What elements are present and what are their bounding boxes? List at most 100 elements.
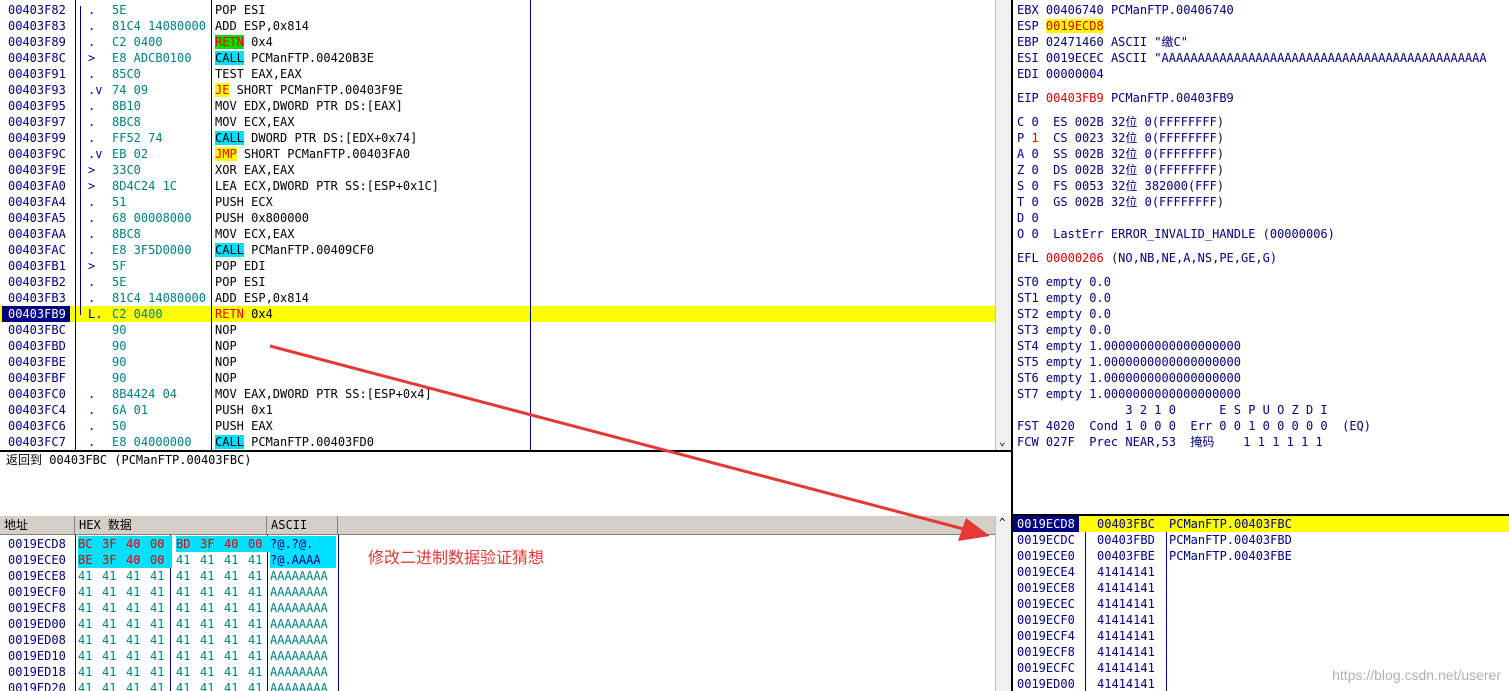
dump-byte[interactable]: 41 — [126, 584, 150, 600]
dump-byte[interactable]: 41 — [150, 584, 172, 600]
chevron-down-icon[interactable]: ⌄ — [999, 435, 1006, 448]
disasm-row[interactable]: 00403FA0 >8D4C24 1C LEA ECX,DWORD PTR SS:[… — [0, 178, 995, 194]
dump-byte[interactable]: BC — [78, 536, 102, 552]
dump-byte[interactable]: 41 — [224, 552, 248, 568]
dump-byte[interactable]: 41 — [248, 600, 272, 616]
dump-byte[interactable]: 40 — [126, 552, 150, 568]
register-value[interactable]: 00000004 — [1046, 67, 1104, 81]
disasm-row[interactable]: 00403FBE 90 NOP — [0, 354, 995, 370]
disasm-row[interactable]: 00403FA4. 51 PUSH ECX — [0, 194, 995, 210]
dump-byte[interactable]: 40 — [224, 536, 248, 552]
dump-byte[interactable]: 41 — [102, 648, 126, 664]
dump-row[interactable]: 0019ECE8 41 41 41 41 41 41 41 41 AAAAAAAA — [0, 568, 995, 584]
disasm-row[interactable]: 00403F82. 5E POP ESI — [0, 2, 995, 18]
dump-byte[interactable]: 41 — [200, 568, 224, 584]
disasm-row[interactable]: 00403FB2. 5E POP ESI — [0, 274, 995, 290]
disasm-row[interactable]: 00403F9E >33C0 XOR EAX,EAX — [0, 162, 995, 178]
dump-byte[interactable]: 41 — [224, 680, 248, 691]
dump-byte[interactable]: 41 — [200, 616, 224, 632]
stack-row[interactable]: 0019ECEC 41414141 — [1013, 596, 1509, 612]
dump-byte[interactable]: 41 — [224, 648, 248, 664]
dump-byte[interactable]: 00 — [150, 536, 172, 552]
dump-byte[interactable]: 3F — [102, 536, 126, 552]
dump-byte[interactable]: 41 — [126, 616, 150, 632]
dump-byte[interactable]: 41 — [200, 600, 224, 616]
dump-byte[interactable]: 41 — [176, 664, 200, 680]
dump-byte[interactable]: 41 — [102, 616, 126, 632]
disasm-row[interactable]: 00403FBD 90 NOP — [0, 338, 995, 354]
dump-byte[interactable]: 41 — [102, 568, 126, 584]
dump-byte[interactable]: BD — [176, 536, 200, 552]
disasm-row[interactable]: 00403F91. 85C0 TEST EAX,EAX — [0, 66, 995, 82]
dump-byte[interactable]: 41 — [248, 648, 272, 664]
memory-dump-pane[interactable]: 地址 HEX 数据 ASCII 0019ECD8 BC 3F 40 00 BD 3F 40 00… — [0, 516, 1013, 691]
disasm-row[interactable]: 00403F99. FF52 74 CALL DWORD PTR DS:[EDX+0… — [0, 130, 995, 146]
dump-byte[interactable]: 41 — [102, 664, 126, 680]
dump-byte[interactable]: 41 — [224, 664, 248, 680]
disasm-row[interactable]: 00403F97. 8BC8 MOV ECX,EAX — [0, 114, 995, 130]
disasm-row[interactable]: 00403FA5. 68 00008000 PUSH 0x800000 — [0, 210, 995, 226]
disasm-row[interactable]: 00403FB3. 81C4 14080000 ADD ESP,0x814 — [0, 290, 995, 306]
stack-row[interactable]: 0019ECE8 41414141 — [1013, 580, 1509, 596]
disassembly-pane[interactable]: 00403F82. 5E POP ESI 00403F83. 81C4 14080000… — [0, 0, 1013, 450]
dump-byte[interactable]: 41 — [200, 584, 224, 600]
dump-byte[interactable]: 41 — [126, 648, 150, 664]
dump-scrollbar[interactable]: ^ — [995, 516, 1011, 691]
dump-byte[interactable]: 41 — [150, 632, 172, 648]
disasm-scrollbar[interactable]: ⌄ — [995, 0, 1011, 450]
disasm-row[interactable]: 00403FC6. 50 PUSH EAX — [0, 418, 995, 434]
disasm-row[interactable]: 00403FAA. 8BC8 MOV ECX,EAX — [0, 226, 995, 242]
dump-byte[interactable]: 41 — [176, 680, 200, 691]
disasm-row[interactable]: 00403F95. 8B10 MOV EDX,DWORD PTR DS:[EAX] — [0, 98, 995, 114]
dump-byte[interactable]: 41 — [176, 632, 200, 648]
disasm-row[interactable]: 00403FB9 L. C2 0400 RETN 0x4 — [0, 306, 995, 322]
disasm-row[interactable]: 00403F9C .v EB 02 JMP SHORT PCManFTP.00403F… — [0, 146, 995, 162]
dump-header-hex[interactable]: HEX 数据 — [75, 516, 267, 535]
stack-row[interactable]: 0019ECD8 00403FBC PCManFTP.00403FBC — [1013, 516, 1509, 532]
dump-byte[interactable]: 41 — [248, 552, 272, 568]
stack-row[interactable]: 0019ECF0 41414141 — [1013, 612, 1509, 628]
register-value[interactable]: 00000206 — [1046, 251, 1104, 265]
dump-byte[interactable]: 41 — [176, 584, 200, 600]
dump-byte[interactable]: 41 — [126, 568, 150, 584]
dump-byte[interactable]: 41 — [224, 632, 248, 648]
stack-row[interactable]: 0019ECDC 00403FBD PCManFTP.00403FBD — [1013, 532, 1509, 548]
disasm-row[interactable]: 00403F8C > E8 ADCB0100 CALL PCManFTP.00420B… — [0, 50, 995, 66]
dump-row[interactable]: 0019ED10 41 41 41 41 41 41 41 41 AAAAAAAA — [0, 648, 995, 664]
dump-row[interactable]: 0019ECF0 41 41 41 41 41 41 41 41 AAAAAAAA — [0, 584, 995, 600]
dump-byte[interactable]: 41 — [200, 552, 224, 568]
dump-byte[interactable]: 40 — [126, 536, 150, 552]
dump-byte[interactable]: 41 — [126, 632, 150, 648]
dump-byte[interactable]: 41 — [150, 664, 172, 680]
dump-byte[interactable]: 41 — [248, 568, 272, 584]
dump-header-address[interactable]: 地址 — [0, 516, 75, 535]
stack-pane[interactable]: 0019ECD8 00403FBC PCManFTP.00403FBC 0019ECD… — [1013, 516, 1509, 691]
dump-byte[interactable]: 41 — [126, 680, 150, 691]
dump-byte[interactable]: 41 — [78, 632, 102, 648]
dump-row[interactable]: 0019ED08 41 41 41 41 41 41 41 41 AAAAAAAA — [0, 632, 995, 648]
register-value[interactable]: 00403FB9 — [1046, 91, 1104, 105]
register-value[interactable]: 0019ECD8 — [1045, 19, 1104, 33]
register-value[interactable]: 02471460 — [1046, 35, 1104, 49]
dump-byte[interactable]: 41 — [248, 616, 272, 632]
dump-byte[interactable]: 41 — [102, 584, 126, 600]
dump-byte[interactable]: 41 — [102, 680, 126, 691]
dump-byte[interactable]: 41 — [248, 584, 272, 600]
dump-byte[interactable]: 41 — [78, 648, 102, 664]
dump-byte[interactable]: 41 — [224, 568, 248, 584]
dump-byte[interactable]: 00 — [150, 552, 172, 568]
stack-row[interactable]: 0019ECE0 00403FBE PCManFTP.00403FBE — [1013, 548, 1509, 564]
dump-byte[interactable]: 41 — [248, 632, 272, 648]
dump-byte[interactable]: BE — [78, 552, 102, 568]
dump-row[interactable]: 0019ED00 41 41 41 41 41 41 41 41 AAAAAAAA — [0, 616, 995, 632]
dump-byte[interactable]: 41 — [176, 568, 200, 584]
disasm-row[interactable]: 00403FC7. E8 04000000 CALL PCManFTP.00403F… — [0, 434, 995, 450]
dump-byte[interactable]: 41 — [224, 600, 248, 616]
dump-byte[interactable]: 41 — [200, 632, 224, 648]
disasm-row[interactable]: 00403FBC 90 NOP — [0, 322, 995, 338]
dump-byte[interactable]: 41 — [78, 600, 102, 616]
dump-byte[interactable]: 41 — [78, 664, 102, 680]
dump-byte[interactable]: 41 — [150, 600, 172, 616]
dump-byte[interactable]: 41 — [176, 616, 200, 632]
dump-byte[interactable]: 41 — [78, 568, 102, 584]
